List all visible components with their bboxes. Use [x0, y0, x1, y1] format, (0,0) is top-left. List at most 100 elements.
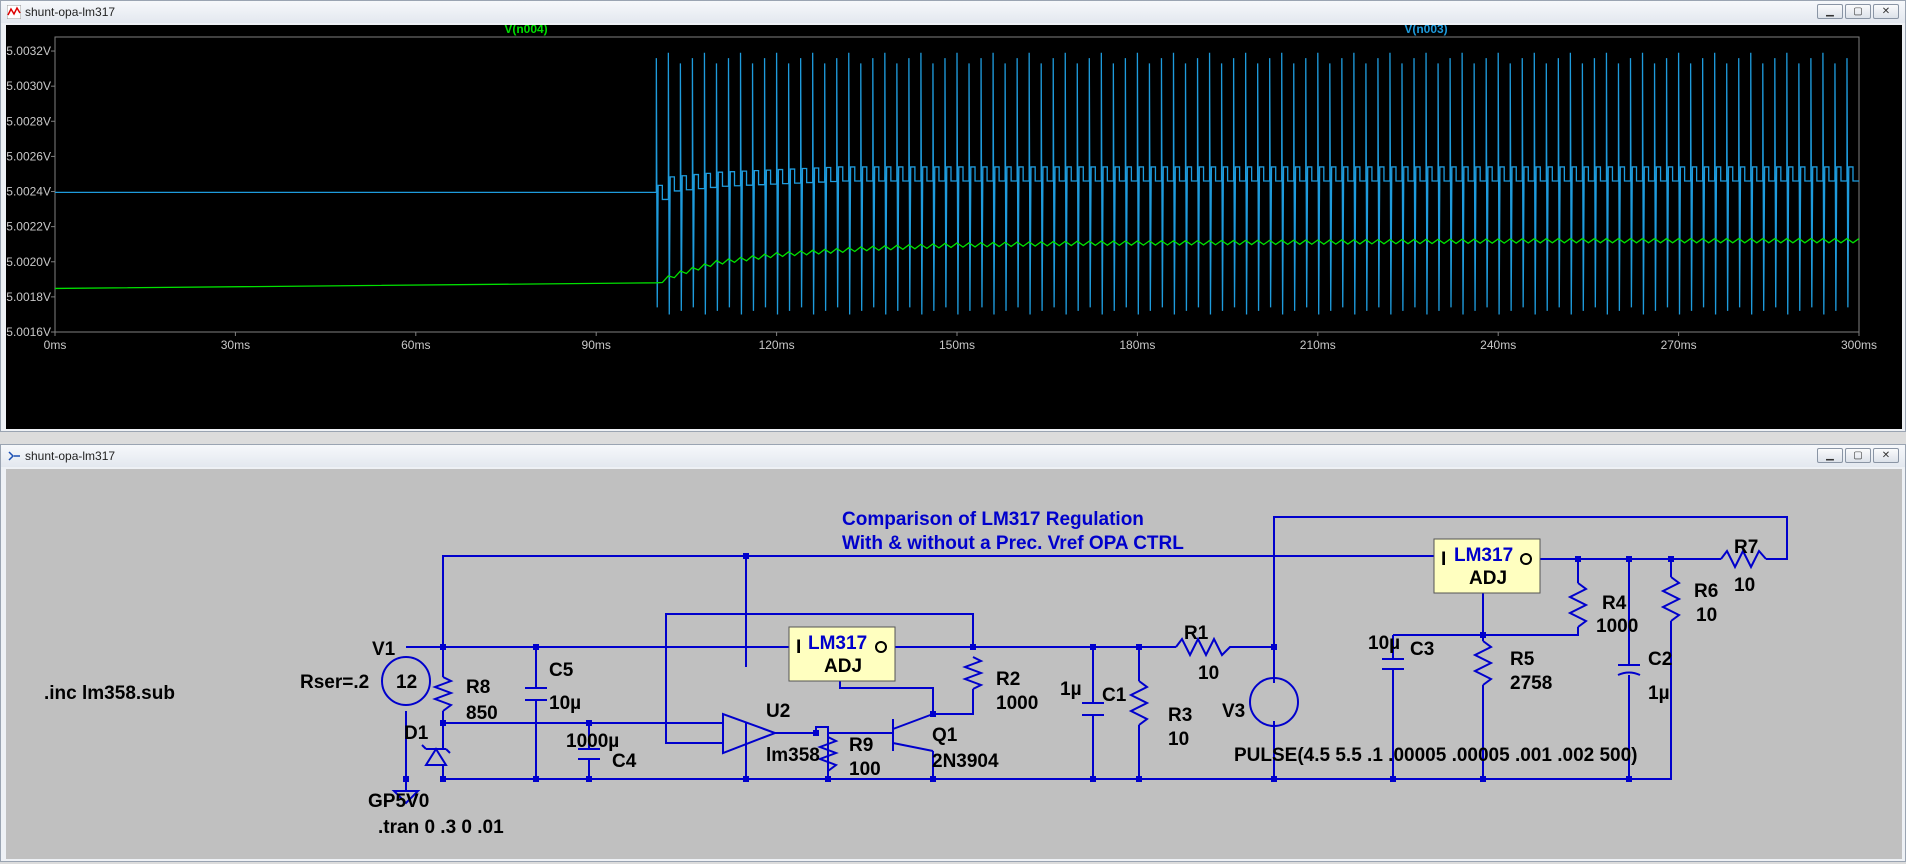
y-tick-label: 5.0016V — [6, 325, 51, 339]
schematic-icon — [8, 451, 20, 461]
plot-titlebar[interactable]: shunt-opa-lm317 ▁ ▢ ✕ — [1, 1, 1905, 23]
source-v3[interactable] — [1249, 677, 1299, 727]
lm317-in-pin: I — [1441, 549, 1446, 570]
schematic-window: shunt-opa-lm317 ▁ ▢ ✕ Comparison of LM31… — [0, 444, 1906, 862]
capacitor-c2[interactable] — [1617, 664, 1641, 676]
y-tick-label: 5.0022V — [6, 220, 51, 234]
resistor-r3[interactable] — [1128, 680, 1150, 726]
u2-label: U2 — [766, 701, 790, 722]
c3-value: 10µ — [1368, 633, 1400, 654]
lm317-part: LM317 — [808, 633, 867, 654]
r6-label: R6 — [1694, 581, 1718, 602]
v1-value: 12 — [396, 672, 417, 693]
v1-label: V1 — [372, 639, 396, 660]
plot-window-title: shunt-opa-lm317 — [25, 5, 116, 19]
x-tick-label: 180ms — [1119, 338, 1155, 352]
r4-value: 1000 — [1596, 616, 1638, 637]
schematic-drawing[interactable]: Comparison of LM317 Regulation With & wi… — [6, 469, 1902, 859]
trace-v-n003 — [55, 52, 1859, 315]
v3-pulse: PULSE(4.5 5.5 .1 .00005 .00005 .001 .002… — [1234, 745, 1638, 766]
capacitor-c3[interactable] — [1382, 658, 1404, 670]
close-button[interactable]: ✕ — [1873, 448, 1899, 463]
r7-label: R7 — [1734, 537, 1758, 558]
zener-d1[interactable] — [421, 744, 451, 766]
v3-label: V3 — [1222, 701, 1245, 722]
series-label-n003: V(n003) — [1404, 25, 1447, 36]
wire — [442, 555, 747, 667]
minimize-button[interactable]: ▁ — [1817, 4, 1843, 19]
r1-label: R1 — [1184, 623, 1209, 644]
waveform-icon — [7, 5, 21, 19]
directive-inc: .inc lm358.sub — [44, 683, 175, 704]
resistor-r6[interactable] — [1660, 576, 1682, 622]
r2-label: R2 — [996, 669, 1020, 690]
wire — [665, 647, 723, 744]
resistor-r8[interactable] — [432, 676, 454, 712]
lm317-adj: ADJ — [1469, 568, 1507, 589]
d1-label: D1 — [404, 723, 429, 744]
schematic-canvas[interactable]: Comparison of LM317 Regulation With & wi… — [6, 469, 1902, 859]
comment-line2: With & without a Prec. Vref OPA CTRL — [842, 533, 1184, 554]
x-tick-label: 240ms — [1480, 338, 1516, 352]
u2-value: lm358 — [766, 745, 820, 766]
c1-label: C1 — [1102, 685, 1127, 706]
trace-v-n004 — [54, 237, 1860, 290]
lm317-adj: ADJ — [824, 656, 862, 677]
y-tick-label: 5.0018V — [6, 290, 51, 304]
x-tick-label: 0ms — [44, 338, 67, 352]
minimize-button[interactable]: ▁ — [1817, 448, 1843, 463]
x-tick-label: 150ms — [939, 338, 975, 352]
x-tick-label: 60ms — [401, 338, 430, 352]
q1-value: 2N3904 — [932, 751, 999, 772]
series-label-n004: V(n004) — [504, 25, 547, 36]
y-tick-label: 5.0032V — [6, 44, 51, 58]
x-tick-label: 30ms — [221, 338, 250, 352]
capacitor-c1[interactable] — [1082, 702, 1104, 716]
resistor-r4[interactable] — [1567, 582, 1589, 628]
y-tick-label: 5.0026V — [6, 149, 51, 163]
y-tick-label: 5.0028V — [6, 114, 51, 128]
waveform-chart[interactable]: 0ms 30ms 60ms 90ms 120ms 150ms 180ms 210ms 240ms… — [6, 22, 1902, 429]
c5-label: C5 — [549, 660, 574, 681]
r1-value: 10 — [1198, 663, 1219, 684]
y-tick-label: 5.0030V — [6, 79, 51, 93]
x-tick-label: 270ms — [1661, 338, 1697, 352]
x-tick-label: 90ms — [582, 338, 611, 352]
close-button[interactable]: ✕ — [1873, 4, 1899, 19]
r9-value: 100 — [849, 759, 881, 780]
x-tick-label: 210ms — [1300, 338, 1336, 352]
c3-label: C3 — [1410, 639, 1434, 660]
c5-value: 10µ — [549, 693, 581, 714]
maximize-button[interactable]: ▢ — [1845, 448, 1871, 463]
x-tick-label: 300ms — [1841, 338, 1877, 352]
r5-label: R5 — [1510, 649, 1535, 670]
q1-label: Q1 — [932, 725, 958, 746]
x-tick-label: 120ms — [759, 338, 795, 352]
r8-value: 850 — [466, 703, 498, 724]
resistor-r2[interactable] — [962, 656, 984, 690]
lm317-in-pin: I — [796, 637, 801, 658]
c4-value: 1000µ — [566, 731, 619, 752]
maximize-button[interactable]: ▢ — [1845, 4, 1871, 19]
transistor-q1[interactable] — [892, 713, 934, 752]
c2-label: C2 — [1648, 649, 1672, 670]
r8-label: R8 — [466, 677, 490, 698]
schematic-titlebar[interactable]: shunt-opa-lm317 ▁ ▢ ✕ — [1, 445, 1905, 467]
r6-value: 10 — [1696, 605, 1717, 626]
lm317-part: LM317 — [1454, 545, 1513, 566]
d1-value: GP5V0 — [368, 791, 429, 812]
capacitor-c5[interactable] — [525, 687, 547, 701]
resistor-r5[interactable] — [1472, 640, 1494, 686]
y-tick-label: 5.0020V — [6, 255, 51, 269]
waveform-plot-pane[interactable]: 0ms 30ms 60ms 90ms 120ms 150ms 180ms 210ms 240ms… — [6, 22, 1902, 429]
r9-label: R9 — [849, 735, 873, 756]
r3-label: R3 — [1168, 705, 1192, 726]
r7-value: 10 — [1734, 575, 1755, 596]
plot-window: shunt-opa-lm317 ▁ ▢ ✕ 0ms 30ms 60ms 90ms 120… — [0, 0, 1906, 432]
directive-tran: .tran 0 .3 0 .01 — [378, 817, 504, 838]
r5-value: 2758 — [1510, 673, 1552, 694]
c1-value: 1µ — [1060, 679, 1082, 700]
schematic-window-title: shunt-opa-lm317 — [25, 449, 116, 463]
comment-line1: Comparison of LM317 Regulation — [842, 509, 1144, 530]
y-tick-label: 5.0024V — [6, 185, 51, 199]
